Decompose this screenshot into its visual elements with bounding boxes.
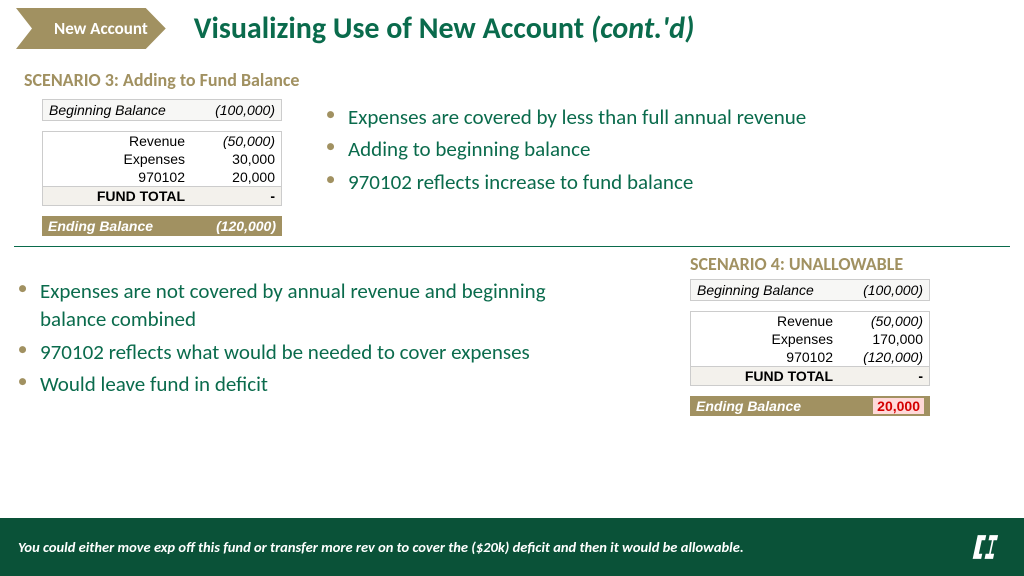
list-item: Expenses are not covered by annual reven… bbox=[14, 277, 550, 334]
list-item: Would leave fund in deficit bbox=[14, 370, 550, 398]
row-label: 970102 bbox=[49, 169, 205, 185]
table-row: Expenses 30,000 bbox=[42, 150, 282, 168]
begin-label: Beginning Balance bbox=[697, 282, 814, 298]
row-value: 170,000 bbox=[853, 331, 923, 347]
breadcrumb-tag: New Account bbox=[16, 8, 166, 49]
section-divider bbox=[14, 246, 1010, 247]
list-item: 970102 reflects what would be needed to … bbox=[14, 338, 550, 366]
scenario3-heading: SCENARIO 3: Adding to Fund Balance bbox=[24, 69, 1010, 91]
fund-total-label: FUND TOTAL bbox=[697, 368, 853, 384]
begin-value: (100,000) bbox=[215, 102, 275, 118]
slide-header: New Account Visualizing Use of New Accou… bbox=[0, 0, 1024, 57]
fund-total-label: FUND TOTAL bbox=[49, 188, 205, 204]
table-row: Revenue (50,000) bbox=[690, 311, 930, 330]
footer-text: You could either move exp off this fund … bbox=[18, 538, 744, 556]
row-label: Revenue bbox=[697, 313, 853, 329]
row-value: (120,000) bbox=[853, 349, 923, 365]
list-item: 970102 reflects increase to fund balance bbox=[322, 168, 1010, 196]
table-row: 970102 (120,000) bbox=[690, 348, 930, 366]
row-value: (50,000) bbox=[205, 133, 275, 149]
begin-value: (100,000) bbox=[863, 282, 923, 298]
ending-value: (120,000) bbox=[216, 218, 276, 234]
table-row: Revenue (50,000) bbox=[42, 131, 282, 150]
table-row: Ending Balance 20,000 bbox=[690, 396, 930, 416]
table-row: Beginning Balance (100,000) bbox=[42, 99, 282, 121]
table-row: Ending Balance (120,000) bbox=[42, 216, 282, 236]
row-value: 30,000 bbox=[205, 151, 275, 167]
table-row: Expenses 170,000 bbox=[690, 330, 930, 348]
row-label: Revenue bbox=[49, 133, 205, 149]
fund-total-value: - bbox=[853, 368, 923, 384]
list-item: Expenses are covered by less than full a… bbox=[322, 103, 1010, 131]
ending-label: Ending Balance bbox=[696, 398, 801, 414]
begin-label: Beginning Balance bbox=[49, 102, 166, 118]
list-item: Adding to beginning balance bbox=[322, 135, 1010, 163]
ending-value: 20,000 bbox=[873, 398, 924, 414]
page-title: Visualizing Use of New Account (cont.'d) bbox=[194, 10, 695, 47]
row-value: (50,000) bbox=[853, 313, 923, 329]
row-value: 20,000 bbox=[205, 169, 275, 185]
row-label: Expenses bbox=[697, 331, 853, 347]
fund-total-value: - bbox=[205, 188, 275, 204]
scenario4-heading: SCENARIO 4: UNALLOWABLE bbox=[690, 253, 1010, 275]
scenario4-table: Beginning Balance (100,000) Revenue (50,… bbox=[690, 279, 930, 416]
scenario3-bullets: Expenses are covered by less than full a… bbox=[322, 99, 1010, 200]
scenario4-bullets: Expenses are not covered by annual reven… bbox=[14, 273, 550, 398]
table-row: Beginning Balance (100,000) bbox=[690, 279, 930, 301]
table-row: FUND TOTAL - bbox=[690, 366, 930, 386]
table-row: FUND TOTAL - bbox=[42, 186, 282, 206]
scenario3-table: Beginning Balance (100,000) Revenue (50,… bbox=[42, 99, 282, 236]
ending-label: Ending Balance bbox=[48, 218, 153, 234]
title-main: Visualizing Use of New Account bbox=[194, 10, 591, 47]
title-suffix: (cont.'d) bbox=[591, 10, 694, 47]
row-label: Expenses bbox=[49, 151, 205, 167]
row-label: 970102 bbox=[697, 349, 853, 365]
org-logo-icon bbox=[972, 530, 1006, 564]
scenario3-section: Beginning Balance (100,000) Revenue (50,… bbox=[14, 99, 1010, 236]
table-row: 970102 20,000 bbox=[42, 168, 282, 186]
scenario4-section: Expenses are not covered by annual reven… bbox=[14, 253, 1010, 416]
footer-bar: You could either move exp off this fund … bbox=[0, 518, 1024, 576]
